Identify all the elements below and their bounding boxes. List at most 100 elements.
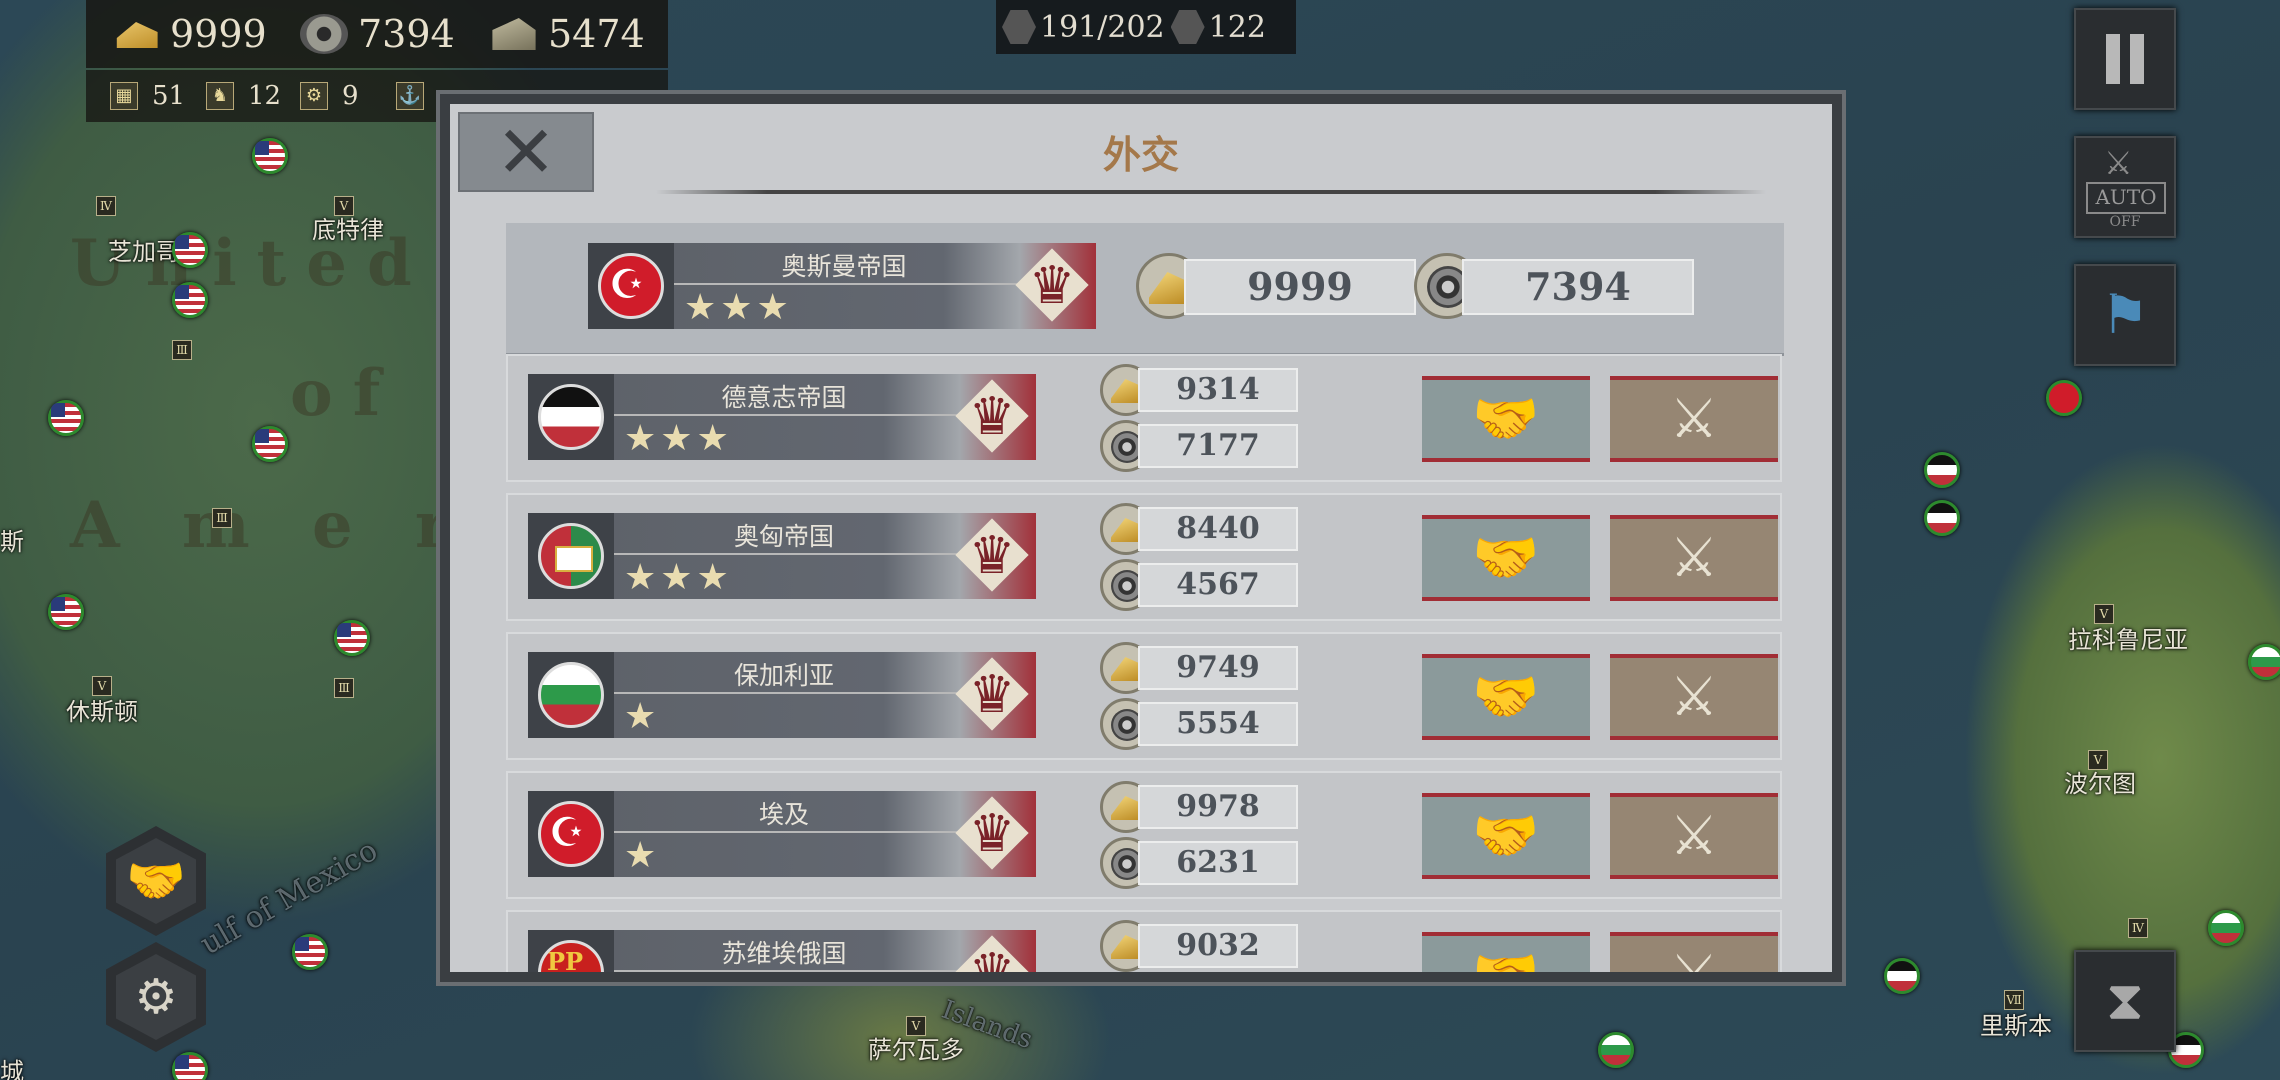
nation-industry: 5554 bbox=[1138, 702, 1298, 746]
bulgarian-city-marker[interactable] bbox=[2248, 644, 2280, 680]
crown-icon: ♛ bbox=[962, 938, 1022, 972]
us-city-marker[interactable] bbox=[48, 594, 84, 630]
unit-marker[interactable]: Ⅶ bbox=[2004, 990, 2024, 1010]
pause-icon bbox=[2130, 34, 2144, 84]
us-city-marker[interactable] bbox=[252, 426, 288, 462]
population-icon bbox=[1002, 10, 1036, 44]
city-label: 斯 bbox=[0, 528, 24, 556]
declare-war-button[interactable]: ⚔ bbox=[1610, 932, 1778, 972]
nation-rank-stars: ★ bbox=[624, 835, 661, 876]
crossed-swords-icon: ⚔ bbox=[1669, 665, 1719, 728]
german-city-marker[interactable] bbox=[1884, 958, 1920, 994]
handshake-icon: 🤝 bbox=[1472, 526, 1540, 589]
declare-war-button[interactable]: ⚔ bbox=[1610, 376, 1778, 462]
handshake-icon: 🤝 bbox=[1472, 387, 1540, 450]
turn-icon bbox=[1170, 10, 1205, 44]
unit-marker[interactable]: Ⅳ bbox=[2128, 918, 2148, 938]
nation-list[interactable]: 德意志帝国 ★★★ ♛ 9314 7177 🤝 ⚔ 奥匈帝国 ★★★ ♛ 844… bbox=[506, 354, 1786, 972]
unit-marker[interactable]: Ⅴ bbox=[906, 1016, 926, 1036]
infantry-count: ▦ 51 bbox=[110, 80, 185, 112]
unit-marker[interactable]: Ⅴ bbox=[2094, 604, 2114, 624]
handshake-icon: 🤝 bbox=[1422, 936, 1590, 972]
artillery-count: ⚙ 9 bbox=[300, 80, 359, 112]
player-banner: ☪ 奥斯曼帝国 ★★★ ♛ bbox=[588, 243, 1096, 329]
auto-state: OFF bbox=[2109, 214, 2141, 230]
pause-button[interactable] bbox=[2074, 8, 2176, 110]
peace-button[interactable]: 🤝 bbox=[1422, 376, 1590, 462]
infantry-icon: ▦ bbox=[110, 82, 138, 110]
nation-gold: 9749 bbox=[1138, 646, 1298, 690]
nation-rank-stars: ★ bbox=[624, 696, 661, 737]
gold-amount: 9999 bbox=[170, 12, 267, 56]
nation-row: РР 苏维埃俄国 ♛ 9032 🤝 ⚔ bbox=[506, 910, 1782, 972]
material-amount: 5474 bbox=[548, 12, 645, 56]
unit-marker[interactable]: Ⅲ bbox=[212, 508, 232, 528]
german-city-marker[interactable] bbox=[1924, 500, 1960, 536]
end-turn-button[interactable]: ⧗ bbox=[2074, 950, 2176, 1052]
nation-industry: 6231 bbox=[1138, 841, 1298, 885]
anchor-icon: ⚓ bbox=[396, 82, 424, 110]
peace-button[interactable]: 🤝 bbox=[1422, 515, 1590, 601]
declare-war-button[interactable]: ⚔ bbox=[1610, 793, 1778, 879]
crown-icon: ♛ bbox=[1028, 256, 1076, 316]
map-region-label: A m e r bbox=[70, 488, 469, 563]
nation-industry: 7177 bbox=[1138, 424, 1298, 468]
bulgarian-city-marker[interactable] bbox=[1598, 1032, 1634, 1068]
nation-industry: 4567 bbox=[1138, 563, 1298, 607]
unit-marker[interactable]: Ⅴ bbox=[2088, 750, 2108, 770]
us-city-marker[interactable] bbox=[292, 934, 328, 970]
title-divider bbox=[656, 190, 1766, 194]
nation-gold: 9032 bbox=[1138, 924, 1298, 968]
crossed-swords-icon: ⚔ bbox=[1669, 526, 1719, 589]
ottoman-city-marker[interactable] bbox=[2046, 380, 2082, 416]
population-bar: 191/202 122 bbox=[996, 0, 1296, 54]
us-city-marker[interactable] bbox=[172, 1052, 208, 1080]
flags-button[interactable]: ⚑ bbox=[2074, 264, 2176, 366]
unit-marker[interactable]: Ⅴ bbox=[334, 196, 354, 216]
nation-name: 保加利亚 bbox=[733, 661, 834, 690]
city-label: 芝加哥 bbox=[108, 238, 180, 266]
unit-marker[interactable]: Ⅳ bbox=[96, 196, 116, 216]
nation-name: 奥匈帝国 bbox=[733, 522, 834, 551]
declare-war-button[interactable]: ⚔ bbox=[1610, 654, 1778, 740]
map-region-label: of bbox=[290, 356, 401, 431]
flags-icon: ⚑ bbox=[2100, 283, 2150, 346]
soviet-flag-icon: РР bbox=[538, 940, 604, 972]
nation-banner: ☪ 埃及 ★ ♛ bbox=[528, 791, 1036, 877]
player-industry: 7394 bbox=[1462, 259, 1694, 315]
nation-row: 德意志帝国 ★★★ ♛ 9314 7177 🤝 ⚔ bbox=[506, 354, 1782, 482]
material-icon bbox=[492, 18, 536, 50]
gold-icon bbox=[116, 22, 158, 48]
peace-button[interactable]: 🤝 bbox=[1422, 793, 1590, 879]
unit-marker[interactable]: Ⅲ bbox=[172, 340, 192, 360]
industry-resource: 7394 bbox=[300, 8, 455, 60]
tools-gear-icon: ⚙ bbox=[116, 954, 196, 1040]
us-city-marker[interactable] bbox=[172, 282, 208, 318]
german-city-marker[interactable] bbox=[1924, 452, 1960, 488]
unit-marker[interactable]: Ⅲ bbox=[334, 678, 354, 698]
navy-count: ⚓ bbox=[396, 80, 438, 112]
peace-button[interactable]: 🤝 bbox=[1422, 932, 1590, 972]
us-city-marker[interactable] bbox=[334, 620, 370, 656]
auto-battle-button[interactable]: ⚔ AUTO OFF bbox=[2074, 136, 2176, 238]
us-city-marker[interactable] bbox=[172, 232, 208, 268]
cavalry-icon: ♞ bbox=[206, 82, 234, 110]
nation-banner: 德意志帝国 ★★★ ♛ bbox=[528, 374, 1036, 460]
us-city-marker[interactable] bbox=[252, 138, 288, 174]
artillery-amount: 9 bbox=[342, 81, 359, 111]
bulgarian-city-marker[interactable] bbox=[2208, 910, 2244, 946]
us-city-marker[interactable] bbox=[48, 400, 84, 436]
nation-banner: 保加利亚 ★ ♛ bbox=[528, 652, 1036, 738]
map-sea-label: ulf of Mexico bbox=[194, 832, 384, 963]
infantry-amount: 51 bbox=[152, 81, 186, 111]
unit-marker[interactable]: Ⅴ bbox=[92, 676, 112, 696]
declare-war-button[interactable]: ⚔ bbox=[1610, 515, 1778, 601]
nation-rank-stars: ★★★ bbox=[624, 418, 733, 459]
auto-label: AUTO bbox=[2086, 182, 2166, 214]
peace-button[interactable]: 🤝 bbox=[1422, 654, 1590, 740]
cavalry-amount: 12 bbox=[248, 81, 282, 111]
egypt-flag-icon: ☪ bbox=[538, 801, 604, 867]
city-label: 拉科鲁尼亚 bbox=[2068, 626, 2188, 654]
player-nation-name: 奥斯曼帝国 bbox=[781, 252, 907, 281]
nation-name: 德意志帝国 bbox=[721, 383, 847, 412]
